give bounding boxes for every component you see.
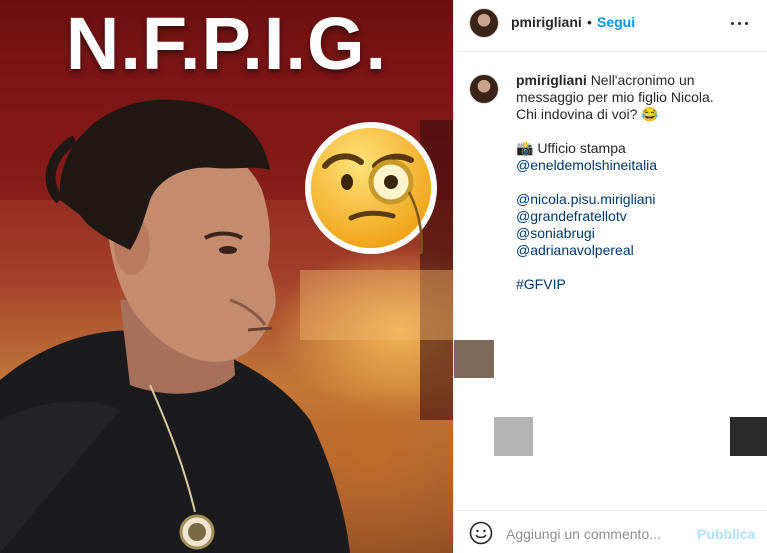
- thumbnail-overlay: [454, 340, 494, 378]
- hashtag-link[interactable]: #GFVIP: [516, 276, 759, 293]
- caption-credit-label: 📸 Ufficio stampa: [516, 140, 626, 156]
- publish-button[interactable]: Pubblica: [697, 526, 755, 542]
- comment-input[interactable]: Aggiungi un commento...: [506, 526, 661, 542]
- caption-avatar[interactable]: [469, 74, 499, 104]
- caption-text-line: Nell'acronimo un: [590, 72, 695, 88]
- thumbnail-overlay: [494, 417, 533, 456]
- follow-button[interactable]: Segui: [597, 14, 635, 30]
- thumbnail-overlay: [730, 417, 767, 456]
- post-image-title: N.F.P.I.G.: [65, 2, 388, 85]
- post-image[interactable]: N.F.P.I.G.: [0, 0, 453, 553]
- separator-dot: •: [587, 14, 592, 30]
- mention-link[interactable]: @grandefratellotv: [516, 208, 759, 225]
- caption-text-line: Chi indovina di voi? 😂: [516, 106, 659, 122]
- mention-link[interactable]: @eneldemolshineitalia: [516, 157, 759, 174]
- avatar[interactable]: [469, 8, 499, 38]
- more-options-icon[interactable]: [730, 14, 750, 32]
- mention-link[interactable]: @nicola.pisu.mirigliani: [516, 191, 759, 208]
- caption-username[interactable]: pmirigliani: [516, 72, 587, 88]
- caption-text-line: messaggio per mio figlio Nicola.: [516, 89, 714, 105]
- mention-link[interactable]: @soniabrugi: [516, 225, 759, 242]
- face-with-monocle-icon: [303, 120, 439, 256]
- mention-link[interactable]: @adrianavolpereal: [516, 242, 759, 259]
- post-header: pmirigliani • Segui: [454, 0, 767, 52]
- post-sidebar: pmirigliani • Segui pmirigliani Nell'acr…: [453, 0, 767, 553]
- comment-bar: Aggiungi un commento... Pubblica: [454, 510, 767, 553]
- emoji-smile-icon[interactable]: [469, 521, 493, 545]
- header-username[interactable]: pmirigliani: [511, 14, 582, 30]
